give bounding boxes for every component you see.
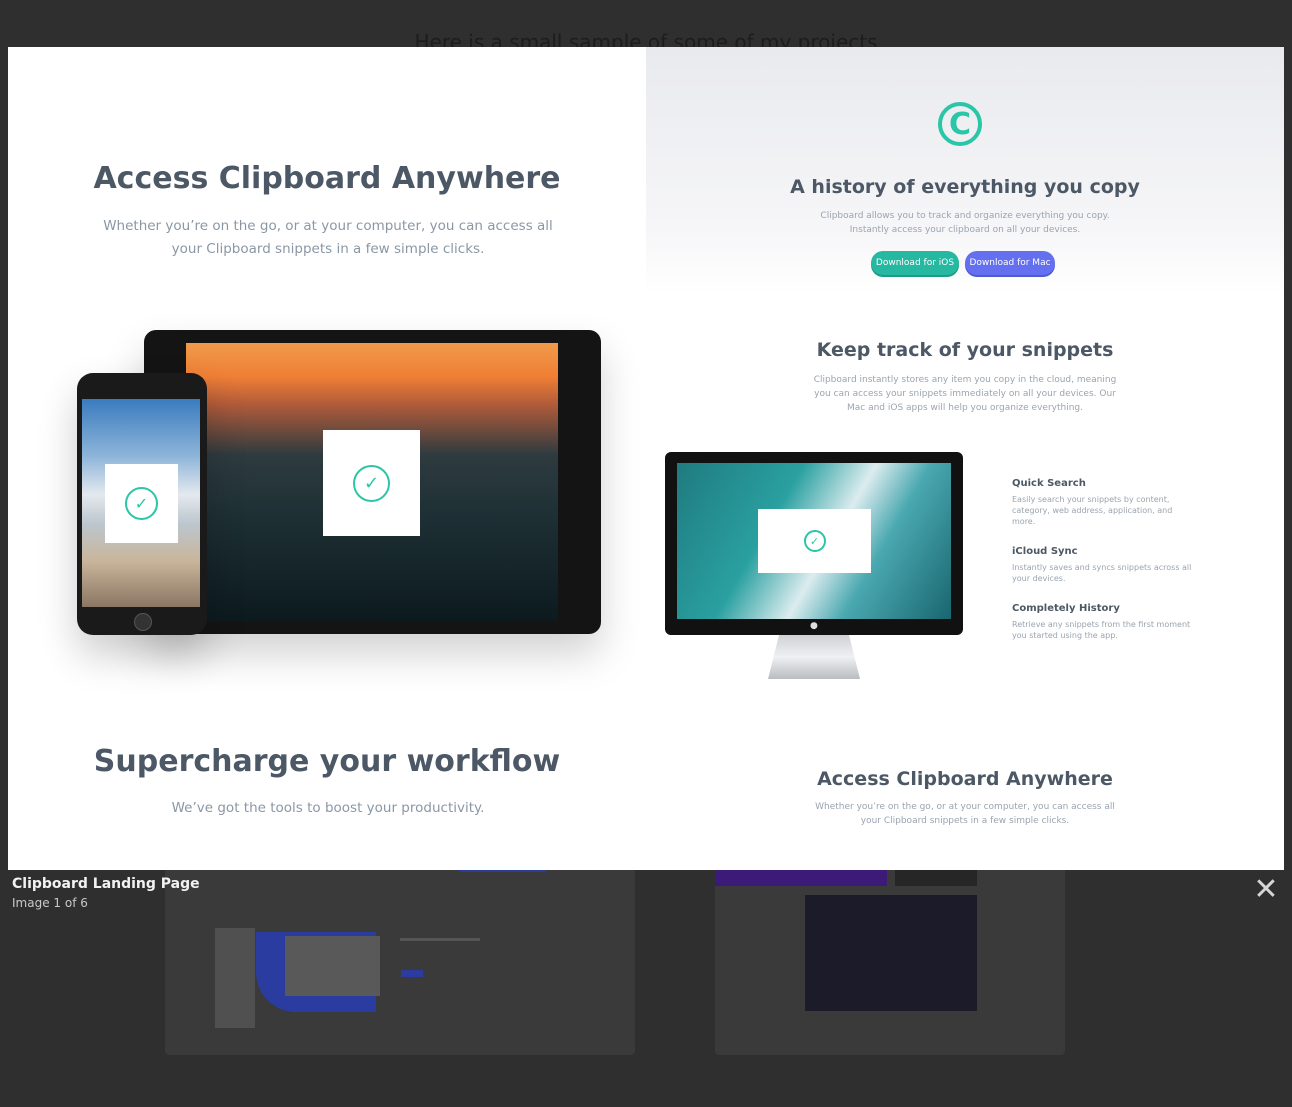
text-access-clipboard: Whether you’re on the go, or at your com…: [103, 218, 553, 257]
monitor-check-card: ✓: [758, 509, 871, 573]
copyright-logo-icon: C: [938, 102, 982, 146]
feature-history: Completely History Retrieve any snippets…: [1012, 603, 1192, 641]
tablet-mockup: ✓: [144, 330, 601, 634]
feature-icloud-sync: iCloud Sync Instantly saves and syncs sn…: [1012, 546, 1192, 584]
screenshot-right-column: C A history of everything you copy Clipb…: [646, 47, 1284, 870]
background-project-cards: [125, 860, 1165, 1060]
heading-access-clipboard: Access Clipboard Anywhere: [93, 161, 561, 196]
download-mac-button: Download for Mac: [965, 251, 1055, 275]
image-counter: Image 1 of 6: [12, 896, 88, 910]
heading-access-clipboard-2: Access Clipboard Anywhere: [817, 768, 1113, 790]
background-project-card[interactable]: [715, 860, 1065, 1055]
feature-quick-search: Quick Search Easily search your snippets…: [1012, 478, 1192, 527]
text-history: Clipboard allows you to track and organi…: [820, 211, 1110, 235]
tablet-check-card: ✓: [323, 430, 420, 536]
lightbox-image: Access Clipboard Anywhere Whether you’re…: [8, 47, 1284, 870]
heading-history: A history of everything you copy: [790, 176, 1140, 198]
caption-title: Clipboard Landing Page: [12, 876, 200, 892]
phone-check-card: ✓: [105, 464, 178, 543]
feature-title: iCloud Sync: [1012, 546, 1078, 557]
heading-supercharge: Supercharge your workflow: [93, 744, 561, 779]
heading-keep-track: Keep track of your snippets: [816, 339, 1114, 361]
close-icon[interactable]: ✕: [1251, 875, 1281, 905]
text-keep-track: Clipboard instantly stores any item you …: [813, 375, 1117, 413]
feature-description: Instantly saves and syncs snippets acros…: [1012, 563, 1192, 583]
screenshot-left-column: Access Clipboard Anywhere Whether you’re…: [8, 47, 646, 870]
background-project-card[interactable]: [165, 860, 635, 1055]
check-circle-icon: ✓: [353, 464, 390, 502]
check-circle-icon: ✓: [125, 487, 158, 520]
lightbox-caption: Clipboard Landing Page Image 1 of 6: [12, 876, 200, 910]
download-ios-button: Download for iOS: [871, 251, 959, 275]
feature-title: Quick Search: [1012, 478, 1086, 489]
phone-mockup: ✓: [77, 373, 207, 635]
feature-title: Completely History: [1012, 603, 1120, 614]
phone-home-button: [134, 613, 152, 631]
feature-description: Retrieve any snippets from the first mom…: [1012, 620, 1191, 640]
monitor-mockup: ✓ ●: [665, 452, 963, 635]
monitor-stand: [768, 635, 860, 679]
text-supercharge: We’ve got the tools to boost your produc…: [171, 800, 485, 816]
apple-logo-icon: ●: [810, 621, 818, 631]
check-circle-icon: ✓: [803, 530, 826, 552]
feature-description: Easily search your snippets by content, …: [1012, 495, 1173, 526]
text-access-clipboard-2: Whether you’re on the go, or at your com…: [815, 802, 1115, 826]
